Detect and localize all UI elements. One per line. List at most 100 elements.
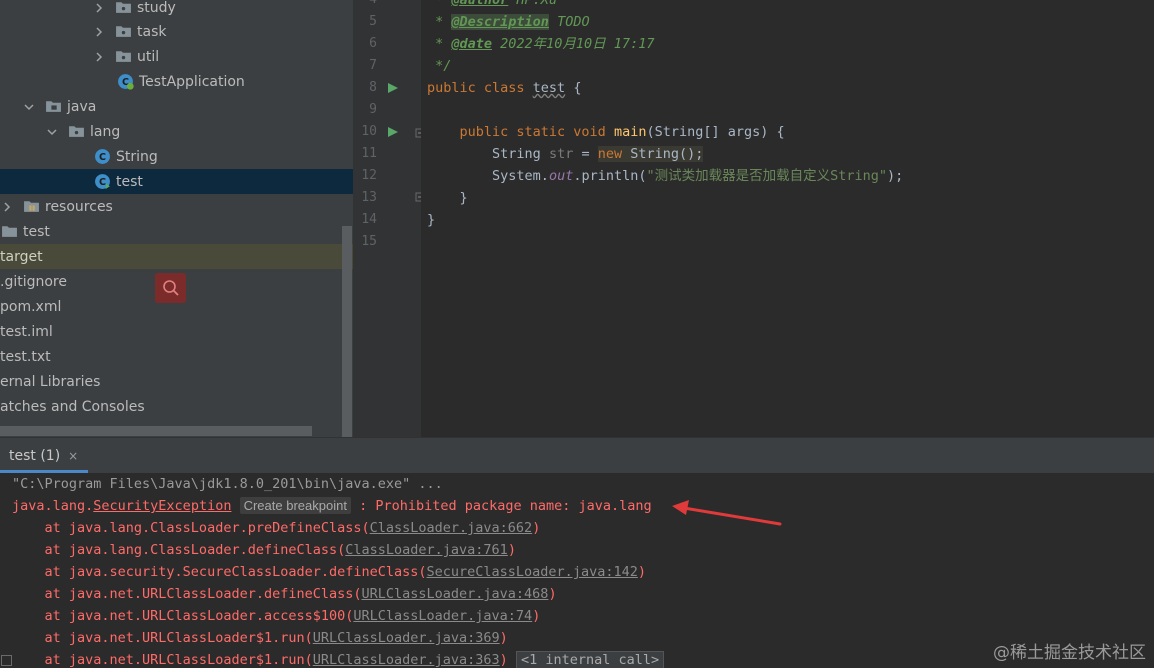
stack-frame-text: at java.lang.ClassLoader.defineClass( xyxy=(12,542,346,558)
annotation-arrow xyxy=(672,500,782,526)
tree-item-target[interactable]: target xyxy=(0,244,353,269)
source-link[interactable]: ClassLoader.java:761 xyxy=(345,542,508,558)
static-field: out xyxy=(548,168,574,184)
chevron-right-icon[interactable] xyxy=(92,1,106,15)
stack-frame: at java.security.SecureClassLoader.defin… xyxy=(12,561,646,583)
tree-item-label: util xyxy=(137,48,160,65)
tree-item-test-class[interactable]: C test xyxy=(0,169,353,194)
svg-text:C: C xyxy=(98,152,105,163)
keyword: public static void xyxy=(459,124,614,140)
tree-item-util[interactable]: util xyxy=(0,44,353,69)
code-text: { xyxy=(565,80,582,96)
tree-item-test-folder[interactable]: test xyxy=(0,219,353,244)
tab-label: test (1) xyxy=(9,447,61,464)
code-text: String(); xyxy=(622,146,704,162)
source-link[interactable]: ClassLoader.java:662 xyxy=(370,520,533,536)
source-folder-icon xyxy=(44,98,62,116)
watermark: @稀土掘金技术社区 xyxy=(993,643,1146,663)
source-link[interactable]: URLClassLoader.java:74 xyxy=(353,608,532,624)
internal-calls-toggle[interactable]: <1 internal call> xyxy=(515,651,665,668)
tree-item-java[interactable]: java xyxy=(0,94,353,119)
line-number: 4 xyxy=(353,0,377,11)
chevron-down-icon[interactable] xyxy=(45,125,59,139)
line-number: 6 xyxy=(369,36,377,51)
stack-frame-text: ) xyxy=(637,564,646,580)
tree-item-label: resources xyxy=(45,198,113,215)
class-name: test xyxy=(532,80,566,96)
stack-frame-text: ) xyxy=(499,652,508,668)
code-line-7: */ xyxy=(427,58,452,74)
tree-item-test-iml[interactable]: test.iml xyxy=(0,319,353,344)
source-link[interactable]: URLClassLoader.java:369 xyxy=(313,630,500,646)
javadoc-tag: @date xyxy=(451,36,493,52)
tree-item-task[interactable]: task xyxy=(0,19,353,44)
method-name: main xyxy=(613,124,647,140)
package-folder-icon xyxy=(67,123,85,141)
code-line-12: System.out.println("测试类加载器是否加载自定义String"… xyxy=(427,165,903,187)
svg-text:C: C xyxy=(98,177,105,188)
code-line-11: String str = new String(); xyxy=(427,143,704,165)
stack-frame-text: at java.net.URLClassLoader.access$100( xyxy=(12,608,354,624)
line-number: 15 xyxy=(361,234,377,249)
close-icon[interactable]: × xyxy=(68,449,78,463)
stack-frame-text: ) xyxy=(548,586,557,602)
line-number: 12 xyxy=(361,168,377,183)
tree-item-testapplication[interactable]: C TestApplication xyxy=(0,69,353,94)
chevron-right-icon[interactable] xyxy=(92,50,106,64)
tree-item-study[interactable]: study xyxy=(0,0,353,20)
stack-frame: at java.net.URLClassLoader$1.run(URLClas… xyxy=(12,627,508,649)
console-command-line: "C:\Program Files\Java\jdk1.8.0_201\bin\… xyxy=(12,476,443,492)
source-link[interactable]: SecureClassLoader.java:142 xyxy=(427,564,638,580)
tree-item-label: test.iml xyxy=(0,323,53,340)
expand-icon[interactable] xyxy=(1,655,12,666)
stack-frame: at java.net.URLClassLoader$1.run(URLClas… xyxy=(12,649,665,668)
folder-icon xyxy=(114,0,132,17)
tree-item-label: atches and Consoles xyxy=(0,398,145,415)
code-line-5: * @Description TODO xyxy=(427,11,590,33)
code-line-10: public static void main(String[] args) { xyxy=(427,121,785,143)
line-number: 7 xyxy=(369,58,377,73)
spring-class-icon: C xyxy=(116,73,134,91)
line-number: 14 xyxy=(361,212,377,227)
stack-frame-text: at java.net.URLClassLoader$1.run( xyxy=(12,652,313,668)
search-button[interactable] xyxy=(155,273,186,303)
exception-package: java.lang. xyxy=(12,498,94,514)
javadoc-tag: @Description xyxy=(451,14,549,30)
code-text: .println( xyxy=(573,168,647,184)
chevron-right-icon[interactable] xyxy=(0,200,14,214)
vertical-scrollbar[interactable] xyxy=(342,226,352,437)
tree-item-label: task xyxy=(137,23,167,40)
chevron-down-icon[interactable] xyxy=(22,100,36,114)
line-number: 8 xyxy=(369,80,377,95)
create-breakpoint-link[interactable]: Create breakpoint xyxy=(239,497,351,514)
tree-item-external-libraries[interactable]: ernal Libraries xyxy=(0,369,353,394)
keyword: public class xyxy=(427,80,533,96)
horizontal-scrollbar[interactable] xyxy=(0,426,312,436)
comment-text: TODO xyxy=(548,14,590,30)
comment-text: HP.Xu xyxy=(508,0,558,8)
run-gutter-icon[interactable] xyxy=(387,126,399,138)
tree-item-scratches[interactable]: atches and Consoles xyxy=(0,394,353,419)
editor-gutter: 4 5 6 7 8 9 10 11 12 13 14 15 xyxy=(353,0,425,437)
comment-star: * xyxy=(427,0,452,8)
tree-item-label: String xyxy=(116,148,158,165)
tree-item-label: java xyxy=(67,98,97,115)
stack-frame-text: ) xyxy=(532,520,541,536)
tree-item-lang[interactable]: lang xyxy=(0,119,353,144)
tab-run-test[interactable]: test (1) × xyxy=(0,438,88,473)
tree-item-resources[interactable]: resources xyxy=(0,194,353,219)
tree-item-string[interactable]: C String xyxy=(0,144,353,169)
code-line-6: * @date 2022年10月10日 17:17 xyxy=(427,33,654,55)
tree-item-label: target xyxy=(0,248,43,265)
line-number: 13 xyxy=(361,190,377,205)
tree-item-label: TestApplication xyxy=(139,73,245,90)
run-gutter-icon[interactable] xyxy=(387,82,399,94)
tree-item-test-txt[interactable]: test.txt xyxy=(0,344,353,369)
chevron-right-icon[interactable] xyxy=(92,25,106,39)
exception-class-link[interactable]: SecurityException xyxy=(93,498,231,514)
source-link[interactable]: URLClassLoader.java:363 xyxy=(313,652,500,668)
run-console[interactable]: "C:\Program Files\Java\jdk1.8.0_201\bin\… xyxy=(0,473,1154,668)
source-link[interactable]: URLClassLoader.java:468 xyxy=(362,586,549,602)
code-editor[interactable]: * @author HP.Xu * @Description TODO * @d… xyxy=(421,0,1154,437)
